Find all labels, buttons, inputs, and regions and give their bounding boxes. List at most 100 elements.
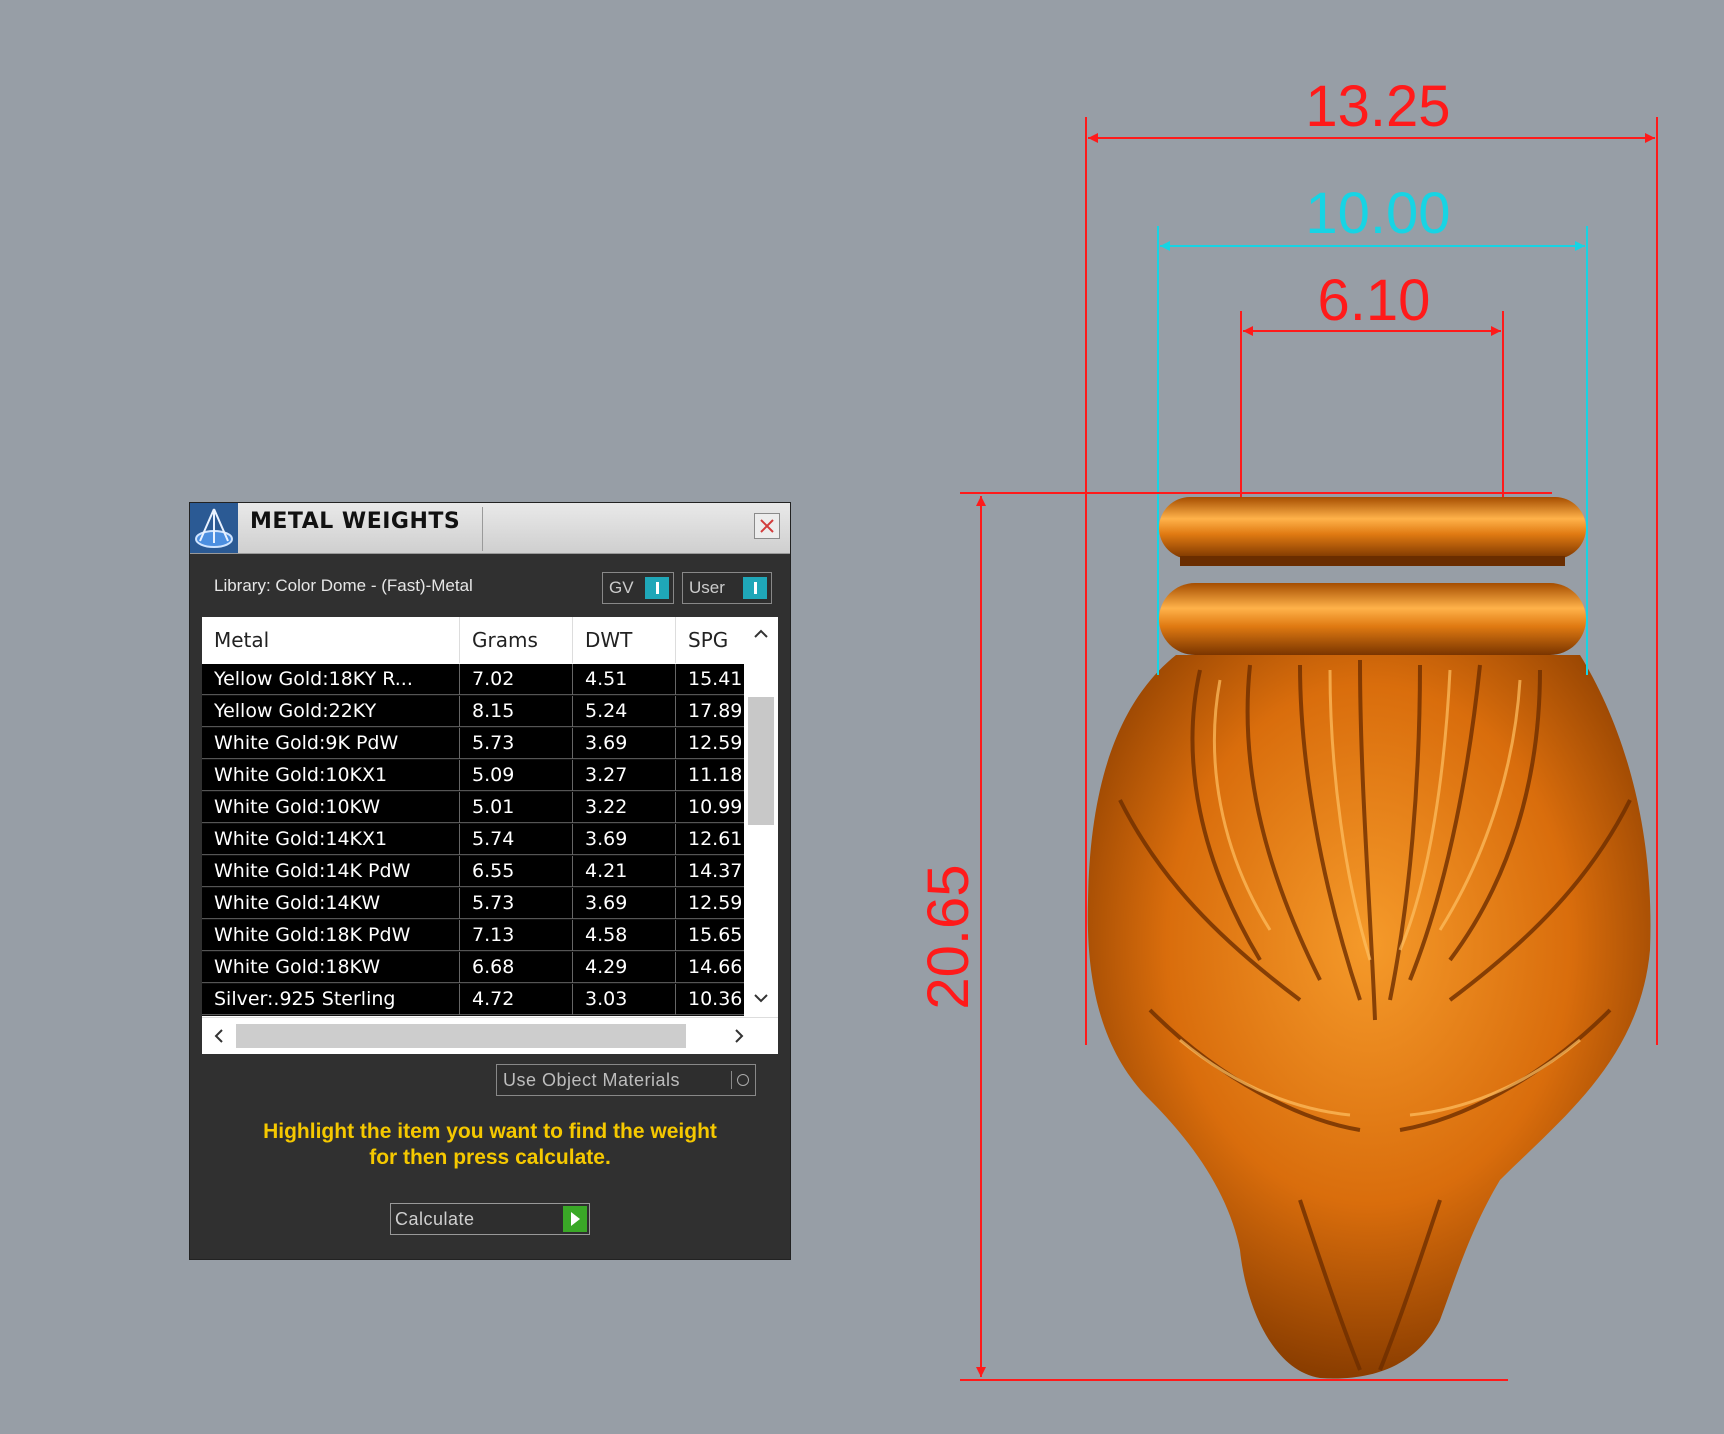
cell-dwt: 4.29 [573,952,676,983]
cell-dwt: 3.69 [573,728,676,759]
column-header-spg[interactable]: SPG [676,617,744,663]
column-header-dwt[interactable]: DWT [573,617,676,663]
chevron-left-icon [214,1029,223,1043]
cell-metal: White Gold:10KW [202,792,460,823]
scroll-down-button[interactable] [744,977,778,1017]
cell-spg: 12.59 [688,732,743,754]
user-toggle-label: User [689,578,725,597]
vertical-scrollbar[interactable] [744,617,778,1017]
metal-table: Metal Grams DWT SPG Yellow Gold:18KY R..… [202,617,778,1054]
cell-spg: 11.18 [688,764,743,786]
cell-metal: Silver:.925 Sterling [202,984,460,1015]
cell-metal: White Gold:14KX1 [202,824,460,855]
app-logo-icon [190,503,238,553]
cell-grams: 5.01 [460,792,573,823]
cell-grams: 8.15 [460,696,573,727]
toggle-switch-icon [645,577,669,599]
close-button[interactable] [754,513,780,539]
cell-grams: 7.02 [460,664,573,695]
close-icon [760,519,774,533]
cell-metal: Yellow Gold:18KY R... [202,664,460,695]
cell-metal: White Gold:18KW [202,952,460,983]
instruction-line-1: Highlight the item you want to find the … [263,1120,717,1143]
user-toggle[interactable]: User [682,572,772,604]
table-row[interactable]: White Gold:14KW 5.73 3.69 12.59 [202,888,744,919]
horizontal-scrollbar[interactable] [202,1017,778,1054]
cell-spg: 12.61 [688,828,743,850]
calculate-button[interactable]: Calculate [390,1203,590,1235]
cell-grams: 6.68 [460,952,573,983]
library-label: Library: Color Dome - (Fast)-Metal [214,576,473,595]
horizontal-scroll-thumb[interactable] [236,1024,686,1048]
cell-grams: 4.72 [460,984,573,1015]
cell-dwt: 4.58 [573,920,676,951]
panel-title: METAL WEIGHTS [250,509,461,534]
cell-metal: White Gold:14KW [202,888,460,919]
scroll-right-button[interactable] [722,1018,756,1054]
cell-spg: 12.59 [688,892,743,914]
cell-spg: 17.89 [688,700,743,722]
use-object-materials-label: Use Object Materials [503,1070,681,1090]
cell-dwt: 4.21 [573,856,676,887]
metal-weights-panel: METAL WEIGHTS Library: Color Dome - (Fas… [190,503,790,1259]
cell-dwt: 3.03 [573,984,676,1015]
cell-metal: White Gold:10KX1 [202,760,460,791]
dimension-label-height: 20.65 [916,864,981,1009]
instruction-line-2: for then press calculate. [369,1146,611,1169]
calculate-label: Calculate [395,1209,475,1229]
chevron-down-icon [754,994,768,1003]
dimension-label-top-width: 6.10 [1318,268,1431,333]
cell-grams: 5.74 [460,824,573,855]
radio-icon [731,1071,749,1089]
table-row[interactable]: White Gold:18KW 6.68 4.29 14.66 [202,952,744,983]
cell-metal: White Gold:9K PdW [202,728,460,759]
column-header-grams[interactable]: Grams [460,617,573,663]
chevron-right-icon [735,1029,744,1043]
cell-grams: 5.09 [460,760,573,791]
play-arrow-icon [563,1206,587,1232]
cell-metal: White Gold:14K PdW [202,856,460,887]
cell-spg: 10.99 [688,796,743,818]
vertical-scroll-thumb[interactable] [748,697,774,825]
cell-dwt: 5.24 [573,696,676,727]
cell-metal: White Gold:18K PdW [202,920,460,951]
table-row[interactable]: White Gold:18K PdW 7.13 4.58 15.65 [202,920,744,951]
cell-grams: 5.73 [460,728,573,759]
dimension-label-overall-width: 13.25 [1305,74,1450,139]
table-row[interactable]: Yellow Gold:22KY 8.15 5.24 17.89 [202,696,744,727]
table-row[interactable]: Silver:.925 Sterling 4.72 3.03 10.36 [202,984,744,1015]
panel-titlebar[interactable]: METAL WEIGHTS [190,503,790,554]
use-object-materials-option[interactable]: Use Object Materials [496,1064,756,1096]
cell-spg: 15.65 [688,924,743,946]
table-header: Metal Grams DWT SPG [202,617,744,663]
scroll-up-button[interactable] [744,617,778,657]
chevron-up-icon [754,629,768,638]
table-row[interactable]: White Gold:14KX1 5.74 3.69 12.61 [202,824,744,855]
cell-dwt: 3.69 [573,824,676,855]
lion-bead-model[interactable] [1087,497,1651,1379]
gv-toggle-label: GV [609,578,634,597]
dimension-top-width: 6.10 [1240,268,1504,497]
column-header-metal[interactable]: Metal [202,617,460,663]
table-row[interactable]: White Gold:14K PdW 6.55 4.21 14.37 [202,856,744,887]
cell-grams: 7.13 [460,920,573,951]
table-body: Yellow Gold:18KY R... 7.02 4.51 15.41 Yello… [202,664,744,1016]
cell-grams: 6.55 [460,856,573,887]
cell-grams: 5.73 [460,888,573,919]
table-row[interactable]: Yellow Gold:18KY R... 7.02 4.51 15.41 [202,664,744,695]
titlebar-divider [482,507,483,551]
cell-spg: 14.37 [688,860,743,882]
table-row[interactable]: White Gold:10KX1 5.09 3.27 11.18 [202,760,744,791]
cell-spg: 10.36 [688,988,743,1010]
table-row[interactable]: White Gold:10KW 5.01 3.22 10.99 [202,792,744,823]
instruction-text: Highlight the item you want to find the … [210,1119,770,1171]
scroll-left-button[interactable] [202,1018,236,1054]
cell-dwt: 4.51 [573,664,676,695]
cell-dwt: 3.69 [573,888,676,919]
gv-toggle[interactable]: GV [602,572,674,604]
cell-dwt: 3.22 [573,792,676,823]
cell-spg: 15.41 [688,668,743,690]
table-row[interactable]: White Gold:9K PdW 5.73 3.69 12.59 [202,728,744,759]
cell-spg: 14.66 [688,956,743,978]
cell-metal: Yellow Gold:22KY [202,696,460,727]
